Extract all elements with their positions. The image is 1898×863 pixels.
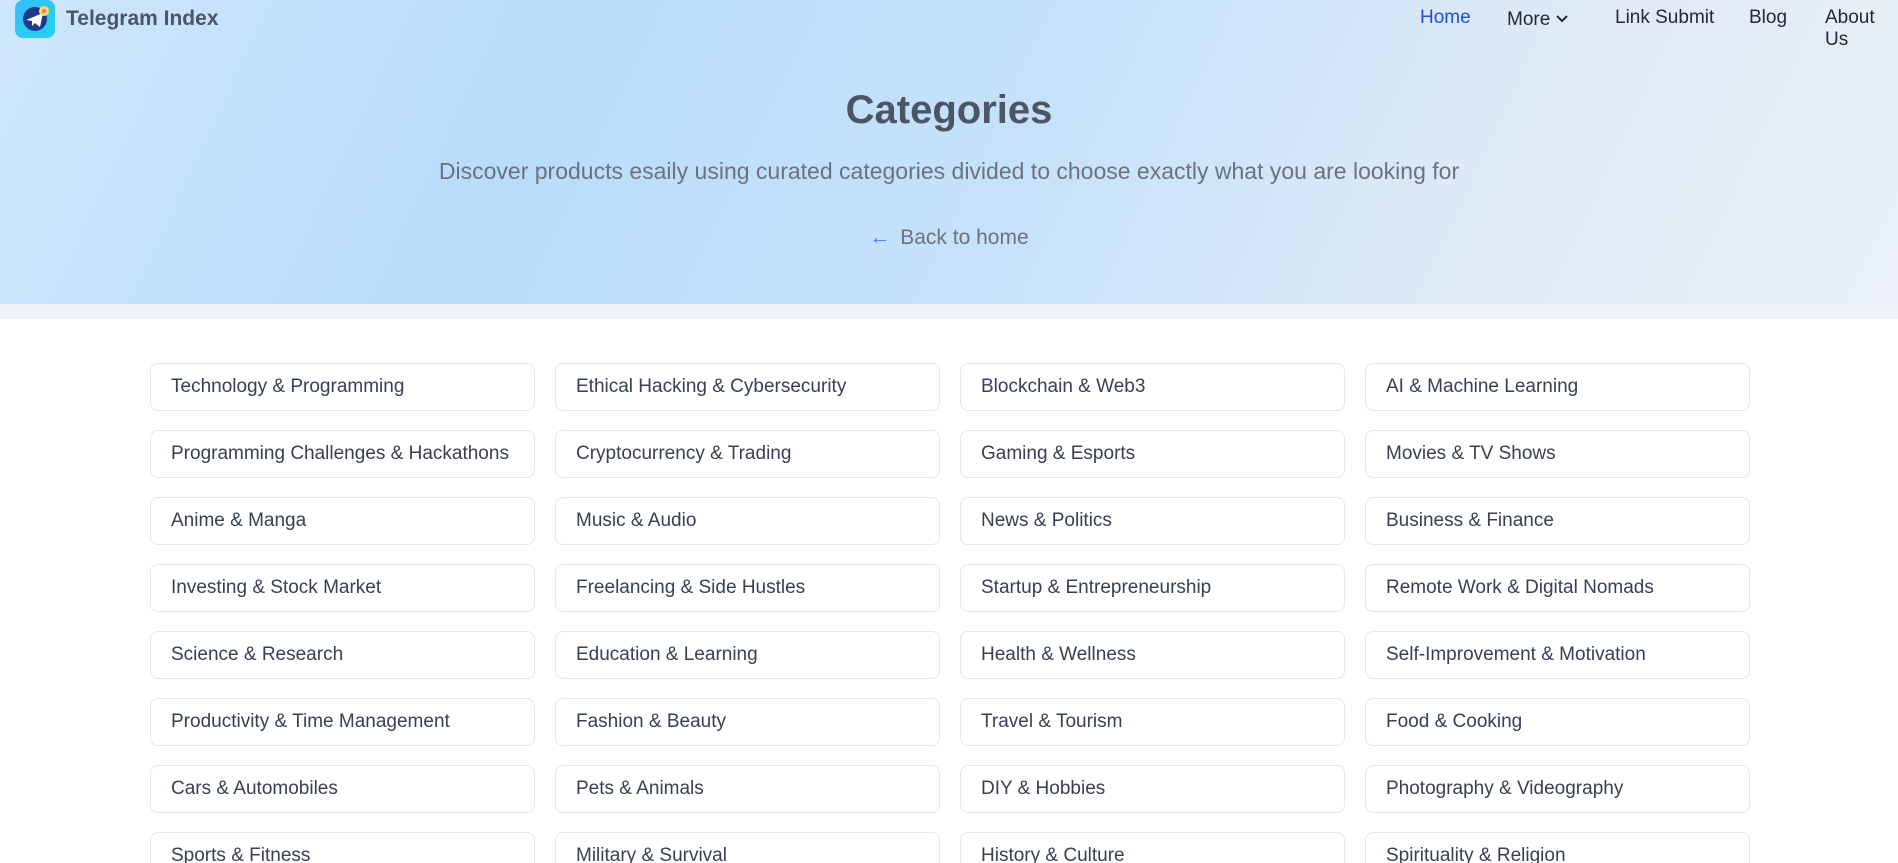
category-card[interactable]: News & Politics — [960, 497, 1345, 545]
category-card[interactable]: Self-Improvement & Motivation — [1365, 631, 1750, 679]
nav-blog[interactable]: Blog — [1749, 7, 1787, 29]
hero-section — [0, 0, 1898, 304]
category-card[interactable]: Military & Survival — [555, 832, 940, 863]
site-logo[interactable] — [15, 0, 55, 38]
back-to-home-label: Back to home — [900, 226, 1029, 249]
telegram-index-logo-icon — [23, 6, 49, 31]
category-card[interactable]: Business & Finance — [1365, 497, 1750, 545]
chevron-down-icon — [1556, 7, 1569, 29]
category-card[interactable]: Education & Learning — [555, 631, 940, 679]
arrow-left-icon: ← — [869, 226, 891, 249]
category-card[interactable]: Remote Work & Digital Nomads — [1365, 564, 1750, 612]
back-to-home-link[interactable]: ← Back to home — [0, 226, 1898, 250]
category-card[interactable]: Startup & Entrepreneurship — [960, 564, 1345, 612]
category-card[interactable]: Cars & Automobiles — [150, 765, 535, 813]
nav-more-label: More — [1507, 9, 1551, 30]
category-card[interactable]: Blockchain & Web3 — [960, 363, 1345, 411]
category-card[interactable]: Investing & Stock Market — [150, 564, 535, 612]
category-card[interactable]: Gaming & Esports — [960, 430, 1345, 478]
category-card[interactable]: Sports & Fitness — [150, 832, 535, 863]
category-card[interactable]: Health & Wellness — [960, 631, 1345, 679]
category-card[interactable]: Spirituality & Religion — [1365, 832, 1750, 863]
category-card[interactable]: Movies & TV Shows — [1365, 430, 1750, 478]
page-subtitle: Discover products esaily using curated c… — [438, 158, 1460, 184]
category-card[interactable]: Fashion & Beauty — [555, 698, 940, 746]
category-card[interactable]: Photography & Videography — [1365, 765, 1750, 813]
nav-home[interactable]: Home — [1420, 7, 1471, 29]
nav-about-us[interactable]: About Us — [1825, 7, 1898, 51]
category-card[interactable]: Cryptocurrency & Trading — [555, 430, 940, 478]
nav-more[interactable]: More — [1507, 7, 1569, 31]
category-grid: Technology & Programming Ethical Hacking … — [150, 363, 1750, 863]
nav-link-submit[interactable]: Link Submit — [1615, 7, 1714, 29]
category-card[interactable]: Productivity & Time Management — [150, 698, 535, 746]
category-card[interactable]: History & Culture — [960, 832, 1345, 863]
brand-name[interactable]: Telegram Index — [66, 7, 219, 31]
category-card[interactable]: Programming Challenges & Hackathons — [150, 430, 535, 478]
category-card[interactable]: Anime & Manga — [150, 497, 535, 545]
category-card[interactable]: AI & Machine Learning — [1365, 363, 1750, 411]
category-card[interactable]: Technology & Programming — [150, 363, 535, 411]
page-title: Categories — [845, 88, 1053, 132]
category-card[interactable]: Food & Cooking — [1365, 698, 1750, 746]
category-card[interactable]: Pets & Animals — [555, 765, 940, 813]
hero-divider — [0, 304, 1898, 319]
category-card[interactable]: Science & Research — [150, 631, 535, 679]
category-card[interactable]: Music & Audio — [555, 497, 940, 545]
category-card[interactable]: DIY & Hobbies — [960, 765, 1345, 813]
category-card[interactable]: Ethical Hacking & Cybersecurity — [555, 363, 940, 411]
category-card[interactable]: Travel & Tourism — [960, 698, 1345, 746]
category-card[interactable]: Freelancing & Side Hustles — [555, 564, 940, 612]
